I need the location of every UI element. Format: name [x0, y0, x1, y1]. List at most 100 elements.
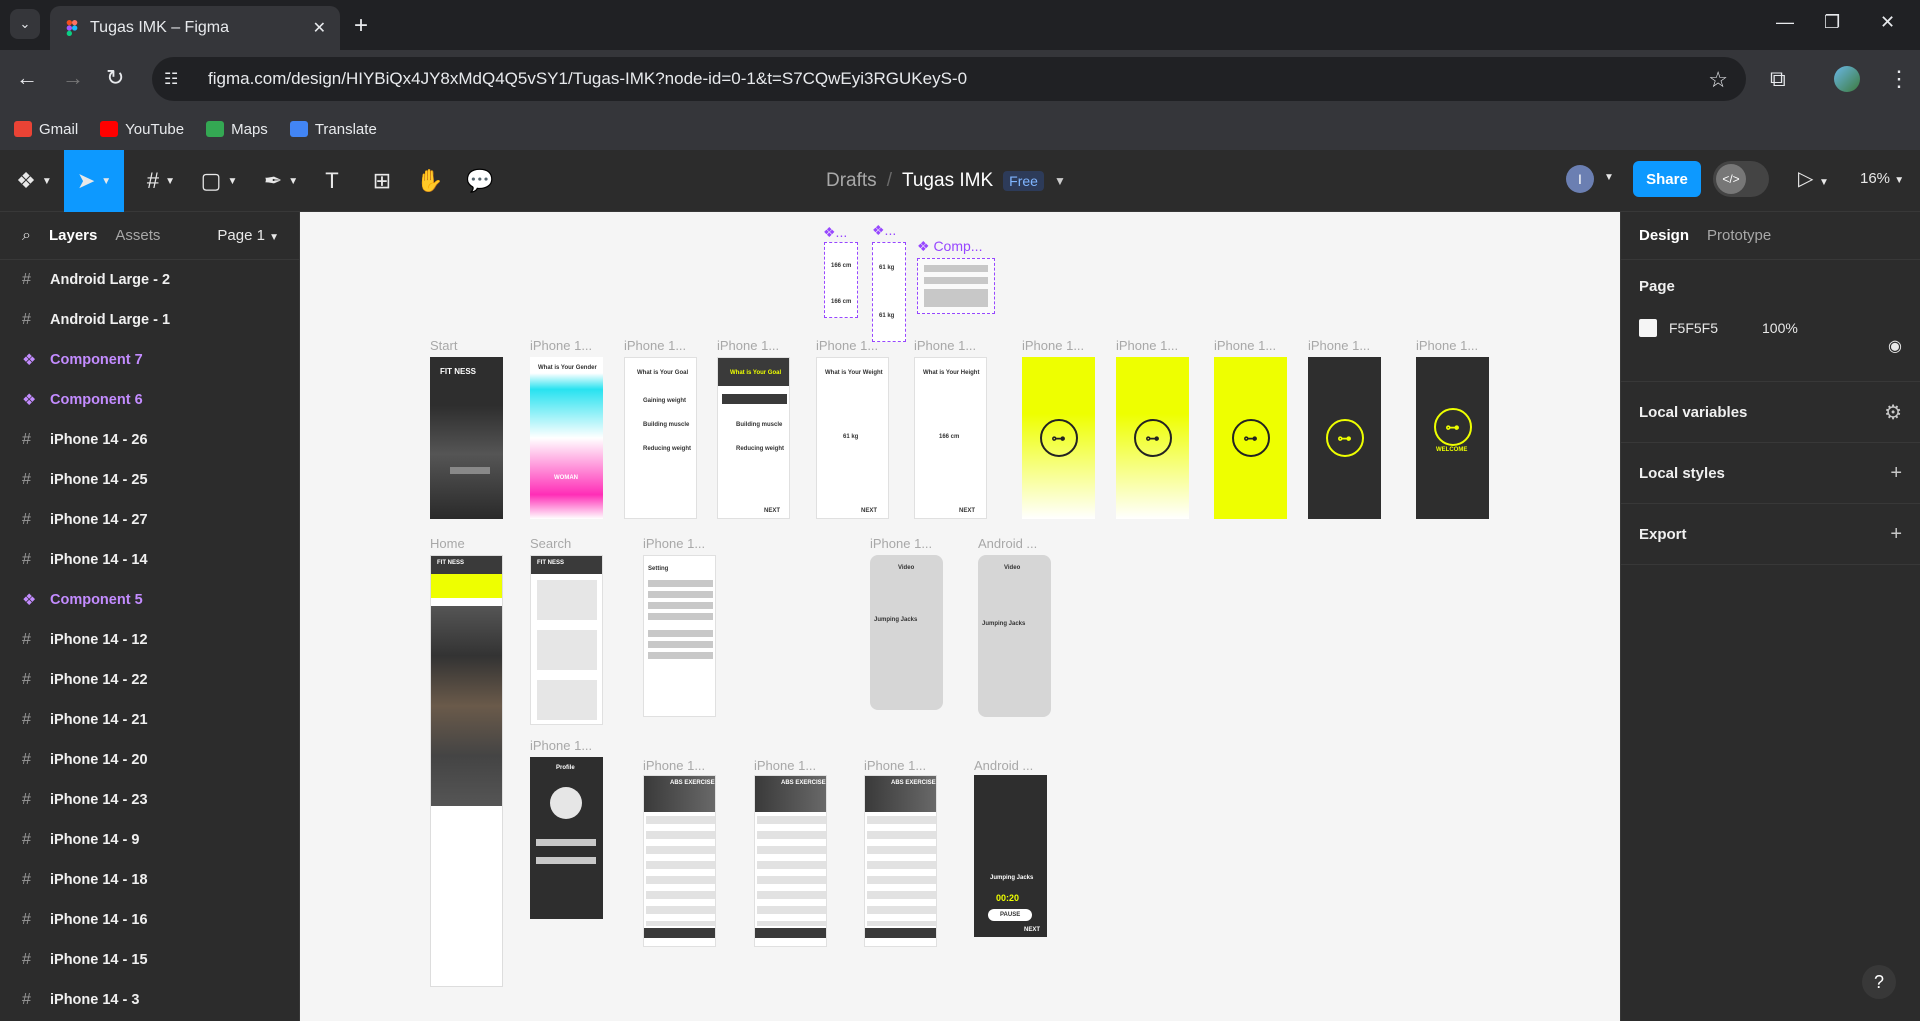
frame-tool-button[interactable]: # ▼	[138, 150, 184, 212]
frame-label[interactable]: iPhone 1...	[816, 338, 878, 353]
frame-home[interactable]: FIT NESS	[430, 555, 503, 987]
tab-design[interactable]: Design	[1639, 227, 1689, 244]
frame-label[interactable]: Search	[530, 536, 571, 551]
layer-item[interactable]: # iPhone 14 - 23	[0, 780, 299, 820]
frame-label[interactable]: Android ...	[974, 758, 1033, 773]
page-fill-row[interactable]: F5F5F5 100%	[1639, 319, 1902, 337]
frame-setting[interactable]: Setting	[643, 555, 716, 717]
component-label[interactable]: ❖...	[823, 224, 847, 241]
shape-tool-button[interactable]: ▢ ▼	[196, 150, 242, 212]
layer-item[interactable]: # iPhone 14 - 14	[0, 540, 299, 580]
frame-label[interactable]: iPhone 1...	[864, 758, 926, 773]
frame-label[interactable]: iPhone 1...	[530, 338, 592, 353]
bookmark-maps[interactable]: Maps	[206, 121, 268, 138]
avatar-chevron-icon[interactable]: ▼	[1604, 172, 1614, 183]
layer-item[interactable]: # iPhone 14 - 3	[0, 980, 299, 1020]
search-layers-icon[interactable]: ⌕	[22, 227, 31, 245]
frame-label[interactable]: iPhone 1...	[754, 758, 816, 773]
frame-abs-3[interactable]: ABS EXERCISE	[864, 775, 937, 947]
pen-tool-button[interactable]: ✒ ▼	[258, 150, 304, 212]
layer-item[interactable]: # iPhone 14 - 20	[0, 740, 299, 780]
bookmark-gmail[interactable]: Gmail	[14, 121, 78, 138]
resources-button[interactable]: ⊞	[366, 150, 398, 212]
layer-item[interactable]: # iPhone 14 - 25	[0, 460, 299, 500]
comment-tool-button[interactable]: 💬	[464, 150, 496, 212]
frame-label[interactable]: iPhone 1...	[870, 536, 932, 551]
export-section[interactable]: Export +	[1621, 504, 1920, 565]
layer-item[interactable]: # iPhone 14 - 15	[0, 940, 299, 980]
frame-splash-2[interactable]: ⊶	[1116, 357, 1189, 519]
frame-label[interactable]: Android ...	[978, 536, 1037, 551]
close-window-icon[interactable]: ✕	[1880, 12, 1895, 33]
local-styles-section[interactable]: Local styles +	[1621, 443, 1920, 504]
layer-item[interactable]: # iPhone 14 - 27	[0, 500, 299, 540]
frame-label[interactable]: iPhone 1...	[530, 738, 592, 753]
add-style-icon[interactable]: +	[1890, 462, 1902, 485]
frame-label[interactable]: Start	[430, 338, 457, 353]
file-name[interactable]: Tugas IMK	[902, 170, 993, 192]
variables-settings-icon[interactable]: ⚙	[1884, 400, 1902, 425]
dev-mode-toggle[interactable]: </>	[1713, 161, 1769, 197]
frame-label[interactable]: iPhone 1...	[643, 758, 705, 773]
extensions-icon[interactable]: ⧉	[1770, 66, 1786, 92]
page-opacity[interactable]: 100%	[1762, 320, 1798, 336]
page-selector[interactable]: Page 1 ▼	[217, 227, 279, 244]
component-weight-picker[interactable]: 61 kg 61 kg	[872, 242, 906, 342]
reload-icon[interactable]: ↻	[106, 65, 124, 91]
layer-item[interactable]: # iPhone 14 - 9	[0, 820, 299, 860]
component-height-picker[interactable]: 166 cm 166 cm	[824, 242, 858, 318]
back-icon[interactable]: ←	[16, 65, 38, 91]
main-menu-button[interactable]: ❖ ▼	[10, 150, 58, 212]
frame-weight[interactable]: What is Your Weight 61 kg NEXT	[816, 357, 889, 519]
frame-splash-1[interactable]: ⊶	[1022, 357, 1095, 519]
frame-height[interactable]: What is Your Height 166 cm NEXT	[914, 357, 987, 519]
zoom-level[interactable]: 16% ▼	[1860, 170, 1904, 187]
profile-avatar[interactable]	[1834, 66, 1860, 92]
layer-item[interactable]: # iPhone 14 - 26	[0, 420, 299, 460]
frame-label[interactable]: iPhone 1...	[914, 338, 976, 353]
layer-item[interactable]: ❖ Component 7	[0, 340, 299, 380]
frame-label[interactable]: iPhone 1...	[1214, 338, 1276, 353]
frame-abs-2[interactable]: ABS EXERCISE	[754, 775, 827, 947]
frame-label[interactable]: iPhone 1...	[1308, 338, 1370, 353]
layer-item[interactable]: # iPhone 14 - 12	[0, 620, 299, 660]
eye-icon[interactable]: ◉	[1888, 336, 1902, 356]
frame-search[interactable]: FIT NESS	[530, 555, 603, 725]
site-info-icon[interactable]: ☷	[164, 69, 194, 89]
present-button[interactable]: ▷ ▼	[1798, 166, 1829, 191]
browser-tab[interactable]: Tugas IMK – Figma ✕	[50, 6, 340, 50]
frame-label[interactable]: iPhone 1...	[1416, 338, 1478, 353]
add-export-icon[interactable]: +	[1890, 523, 1902, 546]
frame-label[interactable]: iPhone 1...	[643, 536, 705, 551]
component-dropdown[interactable]	[917, 258, 995, 314]
user-avatar[interactable]: I	[1566, 165, 1594, 193]
layer-item[interactable]: # iPhone 14 - 22	[0, 660, 299, 700]
frame-label[interactable]: iPhone 1...	[1022, 338, 1084, 353]
close-tab-icon[interactable]: ✕	[313, 18, 326, 38]
new-tab-icon[interactable]: +	[354, 12, 368, 40]
frame-android-video[interactable]: Video Jumping Jacks	[978, 555, 1051, 717]
minimize-icon[interactable]: —	[1776, 12, 1794, 33]
page-color-swatch[interactable]	[1639, 319, 1657, 337]
frame-goal-selected[interactable]: What is Your Goal Building muscle Reduci…	[717, 357, 790, 519]
tab-prototype[interactable]: Prototype	[1707, 227, 1771, 244]
page-color-hex[interactable]: F5F5F5	[1669, 320, 1718, 336]
frame-welcome[interactable]: ⊶ WELCOME	[1416, 357, 1489, 519]
frame-splash-3[interactable]: ⊶	[1214, 357, 1287, 519]
component-label[interactable]: ❖ Comp...	[917, 238, 982, 255]
bookmark-youtube[interactable]: YouTube	[100, 121, 184, 138]
share-button[interactable]: Share	[1633, 161, 1701, 197]
frame-profile[interactable]: Profile	[530, 757, 603, 919]
bookmark-translate[interactable]: Translate	[289, 121, 377, 138]
frame-label[interactable]: iPhone 1...	[717, 338, 779, 353]
frame-timer[interactable]: Jumping Jacks 00:20 PAUSE NEXT	[974, 775, 1047, 937]
layer-item[interactable]: # iPhone 14 - 21	[0, 700, 299, 740]
frame-video[interactable]: Video Jumping Jacks	[870, 555, 943, 710]
tab-assets[interactable]: Assets	[115, 227, 160, 244]
layer-item[interactable]: # iPhone 14 - 16	[0, 900, 299, 940]
layer-item[interactable]: # Android Large - 1	[0, 300, 299, 340]
frame-start[interactable]: FIT NESS	[430, 357, 503, 519]
browser-menu-icon[interactable]: ⋮	[1888, 66, 1910, 92]
frame-label[interactable]: Home	[430, 536, 465, 551]
component-label[interactable]: ❖...	[872, 222, 896, 239]
